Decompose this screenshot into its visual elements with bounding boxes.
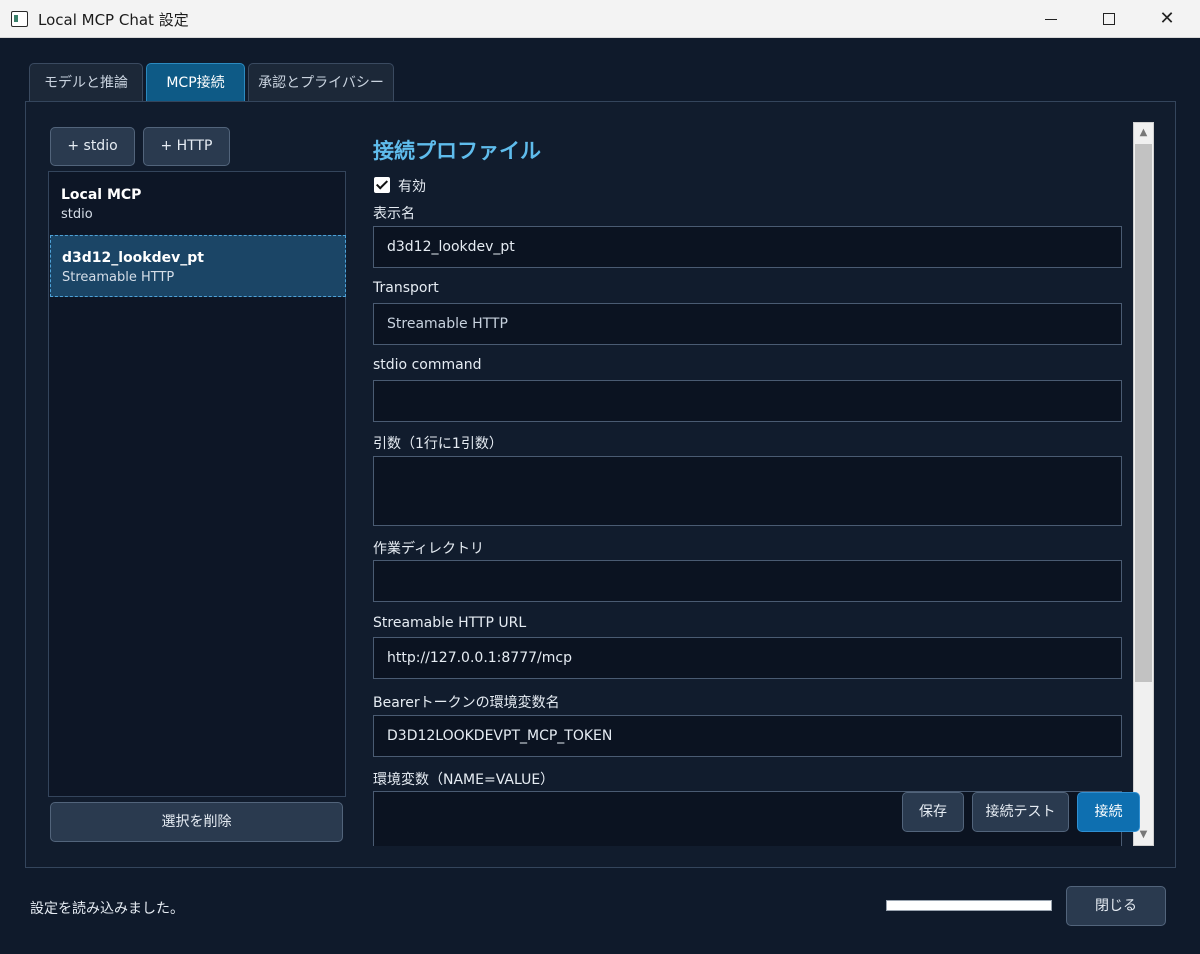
workdir-label: 作業ディレクトリ [373, 541, 485, 557]
stdio-command-label: stdio command [373, 357, 482, 373]
token-env-label: Bearerトークンの環境変数名 [373, 695, 560, 711]
section-title: 接続プロファイル [373, 139, 541, 163]
progress-bar [886, 900, 1052, 911]
args-label: 引数（1行に1引数） [373, 436, 503, 452]
token-env-input[interactable]: D3D12LOOKDEVPT_MCP_TOKEN [373, 715, 1122, 757]
url-input[interactable]: http://127.0.0.1:8777/mcp [373, 637, 1122, 679]
tab-model-inference[interactable]: モデルと推論 [29, 63, 143, 102]
profile-transport: Streamable HTTP [62, 270, 175, 285]
args-textarea[interactable] [373, 456, 1122, 526]
stdio-command-input[interactable] [373, 380, 1122, 422]
scroll-up-arrow-icon[interactable]: ▲ [1134, 123, 1153, 143]
window-title: Local MCP Chat 設定 [38, 11, 189, 29]
test-connection-button[interactable]: 接続テスト [972, 792, 1069, 832]
profile-list: Local MCP stdio d3d12_lookdev_pt Streama… [48, 171, 346, 797]
transport-select[interactable]: Streamable HTTP [373, 303, 1122, 345]
connect-button[interactable]: 接続 [1077, 792, 1140, 832]
env-vars-label: 環境変数（NAME=VALUE） [373, 772, 555, 788]
display-name-label: 表示名 [373, 206, 415, 222]
tab-mcp-connection[interactable]: MCP接続 [146, 63, 245, 102]
scroll-thumb[interactable] [1135, 144, 1152, 682]
form-scrollbar[interactable]: ▲ ▼ [1133, 122, 1154, 846]
workdir-input[interactable] [373, 560, 1122, 602]
close-window-button[interactable]: ✕ [1139, 0, 1195, 38]
list-item-selected[interactable]: d3d12_lookdev_pt Streamable HTTP [50, 235, 346, 297]
add-stdio-button[interactable]: + stdio [50, 127, 135, 166]
delete-selected-button[interactable]: 選択を削除 [50, 802, 343, 842]
save-button[interactable]: 保存 [902, 792, 964, 832]
profile-name: d3d12_lookdev_pt [62, 250, 204, 266]
status-message: 設定を読み込みました。 [30, 901, 184, 917]
minimize-button[interactable] [1023, 0, 1079, 38]
close-button[interactable]: 閉じる [1066, 886, 1166, 926]
display-name-input[interactable]: d3d12_lookdev_pt [373, 226, 1122, 268]
list-item[interactable]: Local MCP stdio [50, 173, 346, 235]
add-http-button[interactable]: + HTTP [143, 127, 230, 166]
enabled-checkbox[interactable] [374, 177, 390, 193]
profile-name: Local MCP [61, 187, 142, 203]
profile-transport: stdio [61, 207, 93, 222]
enabled-label: 有効 [398, 179, 426, 195]
url-label: Streamable HTTP URL [373, 615, 527, 631]
maximize-button[interactable] [1081, 0, 1137, 38]
title-bar: Local MCP Chat 設定 ✕ [0, 0, 1200, 38]
tab-approval-privacy[interactable]: 承認とプライバシー [248, 63, 394, 102]
transport-label: Transport [373, 280, 439, 296]
app-icon [11, 11, 28, 27]
